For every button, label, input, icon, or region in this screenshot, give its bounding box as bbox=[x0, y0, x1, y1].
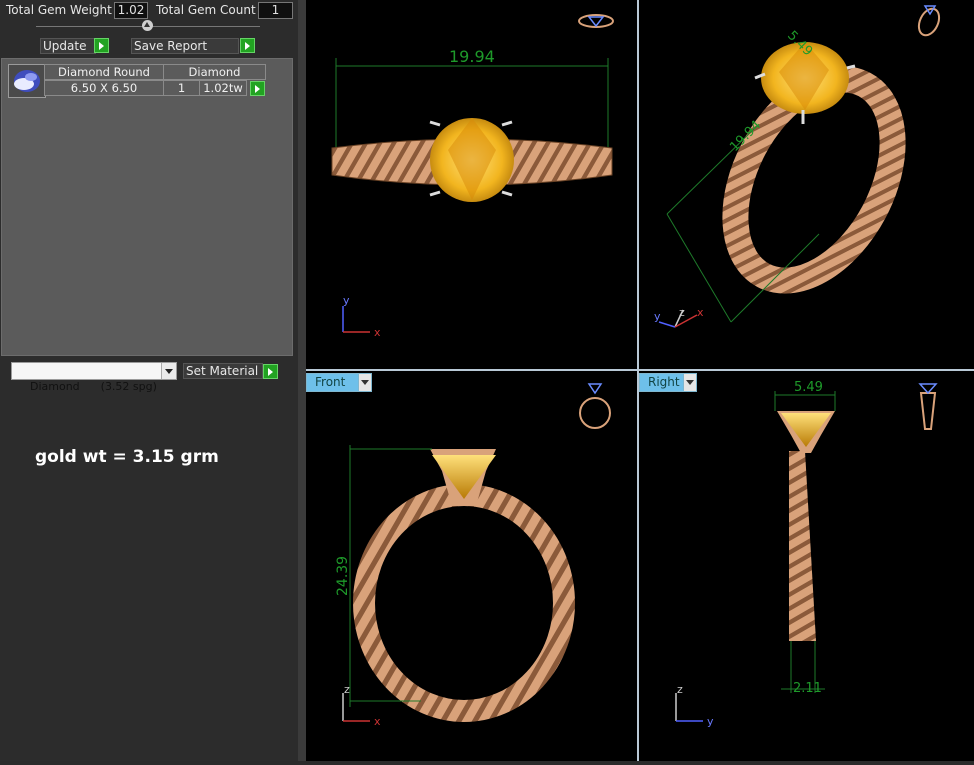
select-dropdown-button[interactable] bbox=[161, 363, 176, 379]
svg-text:z: z bbox=[344, 683, 350, 696]
svg-text:y: y bbox=[654, 310, 661, 323]
update-go-icon[interactable] bbox=[94, 38, 109, 53]
width-dimension: 19.94 bbox=[449, 47, 495, 66]
save-report-button[interactable]: Save Report bbox=[131, 38, 239, 54]
bottom-dimension: 2.11 bbox=[793, 681, 822, 696]
svg-text:y: y bbox=[343, 294, 350, 307]
gem-size-cell: 6.50 X 6.50 bbox=[44, 80, 164, 96]
axis-gizmo: z y bbox=[675, 683, 714, 728]
total-gem-count-label: Total Gem Count bbox=[156, 3, 256, 17]
left-panel: Total Gem Weight 1.02 Total Gem Count 1 … bbox=[0, 0, 298, 761]
svg-text:x: x bbox=[697, 306, 704, 319]
svg-text:y: y bbox=[707, 715, 714, 728]
height-dimension: 24.39 bbox=[335, 556, 351, 596]
total-gem-weight-value: 1.02 bbox=[114, 2, 148, 19]
view-cube-icon[interactable] bbox=[578, 14, 614, 28]
right-view-render: 5.49 2.11 z y bbox=[675, 380, 938, 728]
axis-gizmo: y z x bbox=[654, 306, 704, 328]
panel-divider[interactable] bbox=[298, 0, 306, 761]
front-view-render: 24.39 z x bbox=[335, 383, 611, 728]
gem-round-icon bbox=[14, 70, 40, 92]
gem-weight-go-icon[interactable] bbox=[250, 81, 265, 96]
view-cube-icon[interactable] bbox=[915, 5, 943, 39]
svg-text:x: x bbox=[374, 715, 381, 728]
update-button[interactable]: Update bbox=[40, 38, 96, 54]
viewport-top[interactable]: 19.94 y x bbox=[306, 0, 637, 369]
gem-shape-cell: Diamond Round bbox=[44, 64, 164, 80]
gem-list: Diamond Round Diamond 6.50 X 6.50 1 1.02… bbox=[1, 58, 293, 356]
chevron-down-icon[interactable] bbox=[358, 374, 371, 391]
gem-count-cell: 1 bbox=[163, 80, 200, 96]
svg-text:x: x bbox=[374, 326, 381, 339]
chevron-down-icon bbox=[165, 369, 173, 374]
viewport-right[interactable]: 5.49 2.11 z y Right bbox=[639, 371, 974, 761]
top-view-render: 19.94 y x bbox=[331, 14, 614, 339]
chevron-down-icon[interactable] bbox=[683, 374, 696, 391]
view-cube-icon[interactable] bbox=[918, 383, 938, 430]
material-select-value: Diamond (3.52 spg) bbox=[30, 380, 157, 393]
svg-text:z: z bbox=[679, 306, 685, 319]
set-material-button[interactable]: Set Material bbox=[183, 363, 263, 379]
gem-material-cell: Diamond bbox=[163, 64, 266, 80]
viewport-perspective[interactable]: 19.94 5.49 y z x bbox=[639, 0, 974, 369]
material-select[interactable]: Diamond (3.52 spg) bbox=[11, 362, 177, 393]
collapse-handle[interactable] bbox=[142, 20, 153, 31]
gold-weight-note: gold wt = 3.15 grm bbox=[35, 447, 219, 467]
axis-gizmo: z x bbox=[342, 683, 381, 728]
tab-right-label: Right bbox=[648, 375, 680, 389]
top-dimension: 5.49 bbox=[794, 380, 823, 395]
save-report-go-icon[interactable] bbox=[240, 38, 255, 53]
chevron-up-icon bbox=[144, 22, 150, 27]
total-gem-count-value: 1 bbox=[258, 2, 293, 19]
gem-thumbnail[interactable] bbox=[8, 64, 46, 98]
view-cube-icon[interactable] bbox=[579, 383, 611, 429]
svg-text:z: z bbox=[677, 683, 683, 696]
tab-right[interactable]: Right bbox=[639, 373, 697, 392]
viewport-front[interactable]: 24.39 z x Front bbox=[306, 371, 637, 761]
tab-front[interactable]: Front bbox=[306, 373, 372, 392]
tab-front-label: Front bbox=[315, 375, 346, 389]
total-gem-weight-label: Total Gem Weight bbox=[6, 3, 112, 17]
perspective-view-render: 19.94 5.49 y z x bbox=[654, 5, 943, 328]
axis-gizmo: y x bbox=[342, 294, 381, 339]
gem-weight-cell: 1.02tw bbox=[199, 80, 247, 96]
set-material-go-icon[interactable] bbox=[263, 364, 278, 379]
